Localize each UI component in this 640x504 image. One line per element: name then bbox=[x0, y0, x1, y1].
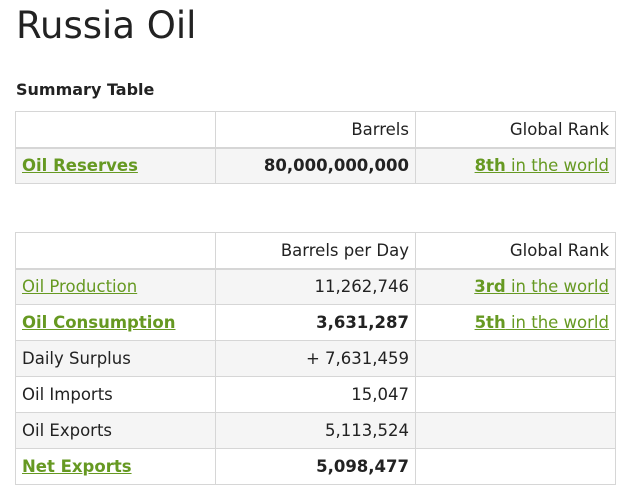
oil-imports-value: 15,047 bbox=[215, 376, 416, 413]
oil-exports-label: Oil Exports bbox=[15, 412, 216, 449]
oil-consumption-link[interactable]: Oil Consumption bbox=[22, 313, 175, 332]
rank-suffix: in the world bbox=[505, 277, 609, 297]
oil-consumption-value: 3,631,287 bbox=[215, 304, 416, 341]
rank-number: 5th bbox=[474, 313, 506, 332]
empty-rank-cell bbox=[415, 376, 616, 413]
table-row: Oil Consumption 3,631,287 5th in the wor… bbox=[15, 304, 616, 341]
oil-production-rank-link[interactable]: 3rd in the world bbox=[474, 277, 609, 296]
header-cell-global-rank: Global Rank bbox=[415, 232, 616, 270]
rank-number: 8th bbox=[474, 156, 506, 176]
rank-suffix: in the world bbox=[505, 313, 609, 332]
net-exports-value: 5,098,477 bbox=[215, 448, 416, 485]
table-row: Oil Imports 15,047 bbox=[15, 376, 616, 413]
oil-production-link[interactable]: Oil Production bbox=[22, 277, 137, 296]
rank-cell: 8th in the world bbox=[415, 147, 616, 184]
section-title: Summary Table bbox=[16, 80, 155, 99]
production-table: Barrels per Day Global Rank Oil Producti… bbox=[15, 232, 616, 485]
row-label-cell: Oil Consumption bbox=[15, 304, 216, 341]
daily-surplus-value: + 7,631,459 bbox=[215, 340, 416, 377]
row-label-cell: Oil Reserves bbox=[15, 147, 216, 184]
header-cell-empty bbox=[15, 232, 216, 270]
row-label-cell: Oil Production bbox=[15, 268, 216, 305]
daily-surplus-label: Daily Surplus bbox=[15, 340, 216, 377]
empty-rank-cell bbox=[415, 412, 616, 449]
table-row: Oil Exports 5,113,524 bbox=[15, 412, 616, 449]
header-cell-global-rank: Global Rank bbox=[415, 111, 616, 149]
header-cell-barrels-per-day: Barrels per Day bbox=[215, 232, 416, 270]
oil-imports-label: Oil Imports bbox=[15, 376, 216, 413]
header-cell-barrels: Barrels bbox=[215, 111, 416, 149]
rank-suffix: in the world bbox=[505, 156, 609, 176]
rank-cell: 5th in the world bbox=[415, 304, 616, 341]
header-cell-empty bbox=[15, 111, 216, 149]
oil-exports-value: 5,113,524 bbox=[215, 412, 416, 449]
empty-rank-cell bbox=[415, 448, 616, 485]
summary-table: Barrels Global Rank Oil Reserves 80,000,… bbox=[15, 111, 616, 184]
rank-cell: 3rd in the world bbox=[415, 268, 616, 305]
net-exports-link[interactable]: Net Exports bbox=[22, 457, 132, 476]
oil-production-value: 11,262,746 bbox=[215, 268, 416, 305]
oil-reserves-value: 80,000,000,000 bbox=[215, 147, 416, 184]
oil-reserves-rank-link[interactable]: 8th in the world bbox=[475, 156, 609, 175]
row-label-cell: Net Exports bbox=[15, 448, 216, 485]
table-header-row: Barrels Global Rank bbox=[15, 111, 616, 149]
table-header-row: Barrels per Day Global Rank bbox=[15, 232, 616, 270]
page-title: Russia Oil bbox=[16, 4, 197, 47]
table-row: Oil Reserves 80,000,000,000 8th in the w… bbox=[15, 147, 616, 184]
table-row: Net Exports 5,098,477 bbox=[15, 448, 616, 485]
oil-reserves-link[interactable]: Oil Reserves bbox=[22, 156, 138, 175]
table-row: Daily Surplus + 7,631,459 bbox=[15, 340, 616, 377]
oil-consumption-rank-link[interactable]: 5th in the world bbox=[475, 313, 609, 332]
rank-number: 3rd bbox=[474, 277, 506, 297]
empty-rank-cell bbox=[415, 340, 616, 377]
table-row: Oil Production 11,262,746 3rd in the wor… bbox=[15, 268, 616, 305]
